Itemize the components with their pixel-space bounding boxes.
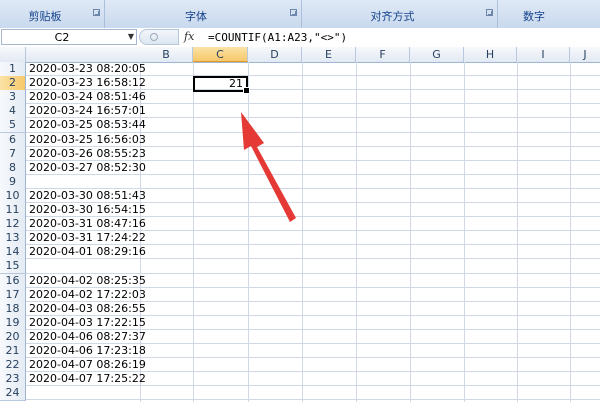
active-cell-c2[interactable]: 21 (193, 76, 250, 94)
row-header[interactable]: 8 (0, 161, 26, 176)
cell-a[interactable]: 2020-04-01 08:29:16 (29, 244, 146, 259)
row-header[interactable]: 21 (0, 344, 26, 359)
column-header-i[interactable]: I (517, 47, 570, 62)
column-gridline (517, 62, 518, 402)
cell-a[interactable]: 2020-04-03 17:22:15 (29, 315, 146, 330)
cell-a[interactable]: 2020-04-02 08:25:35 (29, 273, 146, 288)
row-header[interactable]: 24 (0, 386, 26, 401)
ribbon-group-clipboard: 剪贴板 (0, 0, 105, 28)
column-gridline (464, 62, 465, 402)
column-gridline (248, 62, 249, 402)
cell-a[interactable]: 2020-03-27 08:52:30 (29, 160, 146, 175)
row-header[interactable]: 9 (0, 175, 26, 190)
cell-a[interactable]: 2020-03-24 08:51:46 (29, 89, 146, 104)
name-box-value: C2 (54, 31, 70, 44)
ribbon-group-number: 数字 (498, 0, 600, 28)
column-gridline (570, 62, 571, 402)
column-header-c[interactable]: C (193, 47, 248, 62)
row-header[interactable]: 2 (0, 76, 26, 91)
cell-a[interactable]: 2020-03-26 08:55:23 (29, 146, 146, 161)
formula-bar: C2 ▼ fx =COUNTIF(A1:A23,"<>") (0, 28, 600, 48)
dialog-launcher-icon[interactable] (93, 9, 100, 16)
dialog-launcher-icon[interactable] (486, 9, 493, 16)
column-gridline (356, 62, 357, 402)
cell-a[interactable]: 2020-04-02 17:22:03 (29, 287, 146, 302)
cell-a[interactable]: 2020-03-30 16:54:15 (29, 202, 146, 217)
row-header[interactable]: 6 (0, 133, 26, 148)
cell-a[interactable]: 2020-04-06 17:23:18 (29, 343, 146, 358)
splitter-handle-icon (150, 33, 158, 41)
row-header[interactable]: 15 (0, 259, 26, 274)
row-header[interactable]: 22 (0, 358, 26, 373)
row-header[interactable]: 14 (0, 245, 26, 260)
row-header[interactable]: 12 (0, 217, 26, 232)
cell-a[interactable]: 2020-03-23 16:58:12 (29, 75, 146, 90)
row-header[interactable]: 20 (0, 330, 26, 345)
cell-a[interactable]: 2020-03-30 08:51:43 (29, 188, 146, 203)
column-header-d[interactable]: D (248, 47, 302, 62)
row-header[interactable]: 17 (0, 288, 26, 303)
name-box[interactable]: C2 ▼ (1, 29, 137, 45)
row-header[interactable]: 11 (0, 203, 26, 218)
cell-a[interactable]: 2020-03-25 16:56:03 (29, 132, 146, 147)
column-gridline (193, 62, 194, 402)
chevron-down-icon[interactable]: ▼ (128, 32, 134, 41)
cell-a[interactable]: 2020-04-07 08:26:19 (29, 357, 146, 372)
insert-function-icon[interactable]: fx (184, 30, 194, 43)
cell-a[interactable]: 2020-03-24 16:57:01 (29, 103, 146, 118)
ribbon-group-alignment: 对齐方式 (302, 0, 498, 28)
row-gridline (26, 399, 600, 400)
row-header[interactable]: 19 (0, 316, 26, 331)
column-header-g[interactable]: G (410, 47, 464, 62)
row-header[interactable]: 10 (0, 189, 26, 204)
ribbon-group-alignment-label: 对齐方式 (370, 10, 415, 23)
row-header[interactable]: 1 (0, 62, 26, 77)
row-header[interactable]: 18 (0, 302, 26, 317)
row-header[interactable]: 4 (0, 104, 26, 119)
cell-a[interactable]: 2020-03-31 08:47:16 (29, 216, 146, 231)
column-gridline (302, 62, 303, 402)
row-header[interactable]: 7 (0, 147, 26, 162)
column-header-j[interactable]: J (570, 47, 600, 62)
column-header-e[interactable]: E (302, 47, 356, 62)
column-header-b[interactable]: B (140, 47, 193, 62)
cell-a[interactable]: 2020-04-03 08:26:55 (29, 301, 146, 316)
formula-bar-splitter[interactable] (139, 29, 179, 45)
row-header[interactable]: 13 (0, 231, 26, 246)
fill-handle[interactable] (243, 87, 250, 94)
cell-a[interactable]: 2020-04-07 17:25:22 (29, 371, 146, 386)
ribbon-group-number-label: 数字 (523, 10, 545, 23)
cell-a[interactable]: 2020-03-25 08:53:44 (29, 117, 146, 132)
formula-input[interactable]: =COUNTIF(A1:A23,"<>") (208, 31, 347, 44)
row-header[interactable]: 16 (0, 274, 26, 289)
row-header[interactable]: 23 (0, 372, 26, 387)
worksheet-grid[interactable]: 1 2020-03-23 08:20:05 2 2020-03-23 16:58:12… (0, 62, 600, 402)
column-header-h[interactable]: H (464, 47, 517, 62)
dialog-launcher-icon[interactable] (290, 9, 297, 16)
cell-a[interactable]: 2020-03-23 08:20:05 (29, 61, 146, 76)
row-header[interactable]: 5 (0, 118, 26, 133)
ribbon-group-clipboard-label: 剪贴板 (28, 10, 62, 23)
column-header-f[interactable]: F (356, 47, 410, 62)
ribbon-group-labels: 剪贴板 字体 对齐方式 数字 (0, 0, 600, 29)
ribbon-group-font: 字体 (105, 0, 302, 28)
ribbon-group-font-label: 字体 (185, 10, 207, 23)
cell-a[interactable]: 2020-04-06 08:27:37 (29, 329, 146, 344)
row-header[interactable]: 3 (0, 90, 26, 105)
select-all-button[interactable] (0, 47, 26, 62)
cell-a[interactable]: 2020-03-31 17:24:22 (29, 230, 146, 245)
column-gridline (410, 62, 411, 402)
